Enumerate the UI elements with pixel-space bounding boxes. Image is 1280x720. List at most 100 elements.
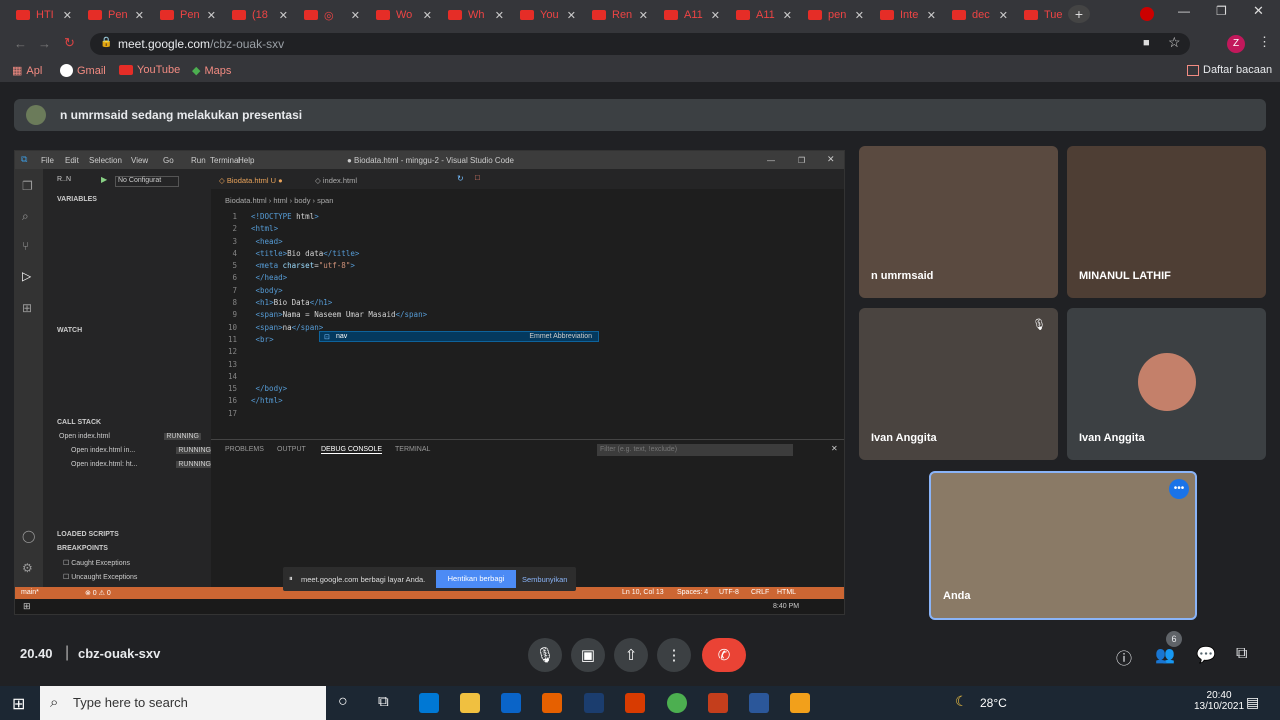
search-icon[interactable]: ⌕ xyxy=(22,209,29,224)
weather-temp[interactable]: 28°C xyxy=(980,696,1007,710)
office-icon[interactable] xyxy=(625,693,645,713)
clock[interactable]: 20:40 13/10/2021 xyxy=(1194,690,1244,712)
status-encoding[interactable]: UTF-8 xyxy=(719,589,739,596)
present-button[interactable]: ⇧ xyxy=(614,638,648,672)
vscode-menu-item[interactable]: Go xyxy=(163,156,174,165)
tab-biodata[interactable]: ◇ Biodata.html U ● xyxy=(219,176,283,185)
browser-tab[interactable]: Wh ✕ xyxy=(442,4,510,26)
close-tab-icon[interactable]: ✕ xyxy=(207,9,216,22)
vscode-maximize[interactable]: ❐ xyxy=(798,156,805,165)
minimize-button[interactable]: — xyxy=(1178,4,1190,18)
callstack-item[interactable]: Open index.html RUNNING xyxy=(59,433,205,440)
reading-list[interactable]: Daftar bacaan xyxy=(1187,64,1272,76)
more-button[interactable]: ⋮ xyxy=(657,638,691,672)
panel-tab[interactable]: TERMINAL xyxy=(395,446,430,453)
close-tab-icon[interactable]: ✕ xyxy=(351,9,360,22)
mail-icon[interactable] xyxy=(501,693,521,713)
new-tab-button[interactable]: + xyxy=(1068,5,1090,23)
panel-close[interactable]: ✕ xyxy=(831,444,838,453)
browser-tab[interactable]: dec ✕ xyxy=(946,4,1014,26)
tab-index[interactable]: ◇ index.html xyxy=(315,176,357,185)
forward-icon[interactable]: → xyxy=(38,36,51,51)
leave-call-button[interactable]: ✆ xyxy=(702,638,746,672)
debug-restart-icon[interactable]: ↻ xyxy=(457,174,464,183)
status-spaces[interactable]: Spaces: 4 xyxy=(677,589,708,596)
browser-tab[interactable]: Wo ✕ xyxy=(370,4,438,26)
participant-tile[interactable]: MINANUL LATHIF xyxy=(1067,146,1266,298)
autocomplete-popup[interactable]: ⊡ nav Emmet Abbreviation xyxy=(319,331,599,342)
task-view-icon[interactable]: ⧉ xyxy=(378,693,389,710)
vscode-menu-item[interactable]: Selection xyxy=(89,156,122,165)
participant-tile[interactable]: Ivan Anggita 🎙 xyxy=(859,308,1058,460)
chrome-icon[interactable] xyxy=(667,693,687,713)
close-window-button[interactable]: ✕ xyxy=(1253,3,1264,19)
browser-tab[interactable]: Pen ✕ xyxy=(154,4,222,26)
bookmark-youtube[interactable]: YouTube xyxy=(119,64,180,76)
panel-tab[interactable]: DEBUG CONSOLE xyxy=(321,446,383,454)
status-eol[interactable]: CRLF xyxy=(751,589,769,596)
close-tab-icon[interactable]: ✕ xyxy=(63,9,72,22)
status-problems[interactable]: ⊗ 0 ⚠ 0 xyxy=(85,589,111,597)
participant-tile[interactable]: n umrmsaid xyxy=(859,146,1058,298)
browser-tab[interactable]: You ✕ xyxy=(514,4,582,26)
browser-tab[interactable]: Inte ✕ xyxy=(874,4,942,26)
bookmark-apps[interactable]: ▦ Apl xyxy=(12,64,42,78)
vscode-menu-item[interactable]: Run xyxy=(191,156,206,165)
debug-filter-input[interactable]: Filter (e.g. text, !exclude) xyxy=(597,444,793,456)
close-tab-icon[interactable]: ✕ xyxy=(567,9,576,22)
run-debug-icon[interactable]: ▷ xyxy=(22,269,31,283)
vscode-close[interactable]: ✕ xyxy=(827,154,835,165)
chat-icon[interactable]: 💬 xyxy=(1196,645,1216,665)
watch-header[interactable]: WATCH xyxy=(57,327,82,334)
breakpoints-header[interactable]: BREAKPOINTS xyxy=(57,545,108,552)
debug-config-select[interactable]: No Configurat xyxy=(115,176,179,187)
hide-button[interactable]: Sembunyikan xyxy=(522,575,567,584)
bookmark-star-icon[interactable]: ☆ xyxy=(1168,34,1181,51)
bookmark-gmail[interactable]: Gmail xyxy=(60,64,106,77)
close-tab-icon[interactable]: ✕ xyxy=(279,9,288,22)
code-editor[interactable]: ◇ Biodata.html U ● ◇ index.html ↻ □ Biod… xyxy=(211,169,844,437)
bp-caught[interactable]: ☐ Caught Exceptions xyxy=(63,559,130,567)
file-explorer-icon[interactable] xyxy=(460,693,480,713)
loaded-scripts-header[interactable]: LOADED SCRIPTS xyxy=(57,531,119,538)
vscode-menu-item[interactable]: File xyxy=(41,156,54,165)
browser-tab[interactable]: A11 ✕ xyxy=(730,4,798,26)
debug-stop-icon[interactable]: □ xyxy=(475,173,480,182)
bookmark-maps[interactable]: ◆ Maps xyxy=(192,64,231,78)
browser-tab[interactable]: A11 ✕ xyxy=(658,4,726,26)
vscode-menu-item[interactable]: Terminal xyxy=(210,156,240,165)
reload-icon[interactable]: ↻ xyxy=(64,35,75,51)
cortana-icon[interactable]: ○ xyxy=(338,693,348,711)
vscode-minimize[interactable]: — xyxy=(767,156,775,165)
activities-icon[interactable]: ⧉ xyxy=(1236,645,1247,663)
people-icon[interactable]: 👥 xyxy=(1155,645,1175,665)
maximize-button[interactable]: ❐ xyxy=(1216,4,1227,18)
info-icon[interactable]: ⓘ xyxy=(1116,645,1132,669)
panel-tab[interactable]: PROBLEMS xyxy=(225,446,264,453)
word-icon[interactable] xyxy=(749,693,769,713)
extensions-icon[interactable]: ⊞ xyxy=(22,301,32,315)
firefox-icon[interactable] xyxy=(542,693,562,713)
back-icon[interactable]: ← xyxy=(14,36,27,51)
notifications-icon[interactable]: ▤ xyxy=(1246,694,1259,711)
status-position[interactable]: Ln 10, Col 13 xyxy=(622,589,664,596)
start-debug-icon[interactable]: ▶ xyxy=(101,175,107,184)
status-branch[interactable]: main* xyxy=(21,589,39,596)
close-tab-icon[interactable]: ✕ xyxy=(639,9,648,22)
bp-uncaught[interactable]: ☐ Uncaught Exceptions xyxy=(63,573,137,581)
vscode-menu-item[interactable]: View xyxy=(131,156,148,165)
callstack-header[interactable]: CALL STACK xyxy=(57,419,101,426)
close-tab-icon[interactable]: ✕ xyxy=(927,9,936,22)
browser-tab[interactable]: pen ✕ xyxy=(802,4,870,26)
more-options-icon[interactable]: ••• xyxy=(1169,479,1189,499)
close-tab-icon[interactable]: ✕ xyxy=(495,9,504,22)
profile-avatar[interactable]: Z xyxy=(1227,35,1245,53)
store-icon[interactable] xyxy=(584,693,604,713)
close-tab-icon[interactable]: ✕ xyxy=(711,9,720,22)
variables-header[interactable]: VARIABLES xyxy=(57,196,97,203)
participant-tile[interactable]: Ivan Anggita xyxy=(1067,308,1266,460)
browser-tab[interactable]: ◎ ✕ xyxy=(298,4,366,26)
sublime-icon[interactable] xyxy=(790,693,810,713)
source-control-icon[interactable]: ⑂ xyxy=(22,239,29,253)
account-icon[interactable]: ◯ xyxy=(22,529,35,543)
